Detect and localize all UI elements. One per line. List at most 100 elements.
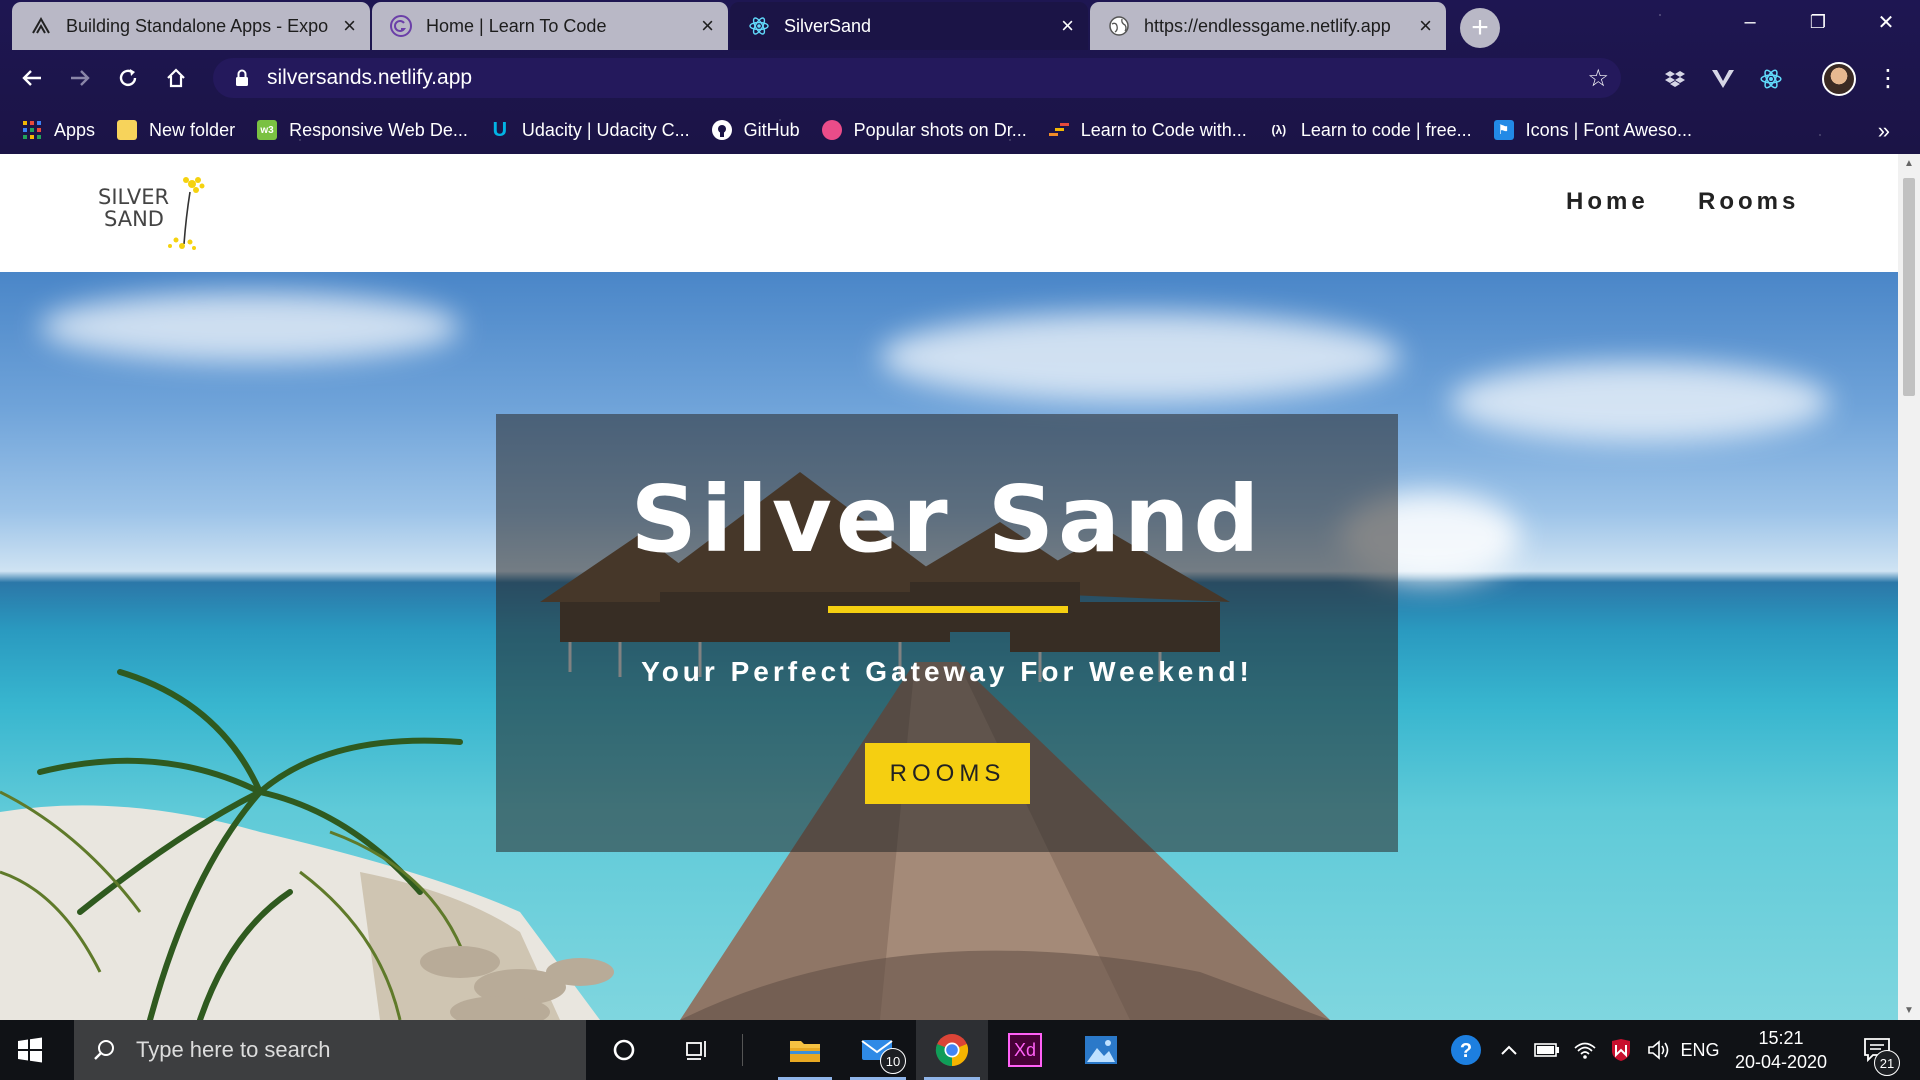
tab-title: Building Standalone Apps - Expo <box>66 15 329 36</box>
browser-menu-icon[interactable]: ⋮ <box>1876 64 1900 93</box>
hero-banner: Silver Sand Your Perfect Gateway For Wee… <box>496 414 1398 852</box>
tab-expo[interactable]: Building Standalone Apps - Expo × <box>12 2 370 50</box>
bookmark-label: Apps <box>54 119 96 140</box>
taskbar-search-box[interactable]: Type here to search <box>74 1020 586 1080</box>
bookmark-label: Learn to Code with... <box>1080 119 1247 140</box>
dropbox-extension-icon[interactable] <box>1658 62 1692 96</box>
bookmark-responsive-web[interactable]: w3 Responsive Web De... <box>257 120 468 141</box>
webpage: SILVER SAND Home Rooms Silver Sand Your … <box>0 154 1898 1020</box>
bookmark-dribbble[interactable]: Popular shots on Dr... <box>821 119 1027 141</box>
taskbar-clock[interactable]: 15:21 20-04-2020 <box>1728 1026 1834 1074</box>
nav-home-link[interactable]: Home <box>1566 188 1649 216</box>
learn-to-code-favicon-icon <box>390 15 412 37</box>
clock-date: 20-04-2020 <box>1734 1052 1828 1072</box>
cortana-icon[interactable] <box>594 1020 654 1080</box>
bookmark-star-icon[interactable]: ☆ <box>1587 64 1609 93</box>
profile-avatar[interactable] <box>1822 62 1856 96</box>
scrollbar-thumb[interactable] <box>1903 178 1915 396</box>
bookmark-label: Popular shots on Dr... <box>853 119 1027 140</box>
show-hidden-icons-chevron-icon[interactable] <box>1496 1020 1522 1080</box>
tab-learn-to-code[interactable]: Home | Learn To Code × <box>372 2 728 50</box>
wifi-icon[interactable] <box>1570 1020 1600 1080</box>
bookmark-label: GitHub <box>743 119 800 140</box>
xd-label: Xd <box>1008 1033 1042 1067</box>
bookmark-freecodecamp[interactable]: (λ) Learn to code | free... <box>1269 119 1472 141</box>
close-tab-icon[interactable]: × <box>701 15 714 37</box>
chrome-icon[interactable] <box>916 1020 988 1080</box>
dribbble-icon <box>821 120 842 140</box>
file-explorer-icon[interactable] <box>770 1020 840 1080</box>
logo-line-1: SILVER <box>98 185 170 209</box>
restore-button[interactable]: ❐ <box>1784 0 1852 44</box>
scroll-up-arrow-icon[interactable]: ▲ <box>1904 158 1914 169</box>
svg-text:?: ? <box>1460 1040 1472 1062</box>
close-window-button[interactable]: ✕ <box>1852 0 1920 44</box>
rooms-button[interactable]: ROOMS <box>865 743 1030 804</box>
freecodecamp-icon: (λ) <box>1271 123 1287 137</box>
tab-silversand[interactable]: SilverSand × <box>730 2 1088 50</box>
font-awesome-icon: ⚑ <box>1493 120 1514 140</box>
vue-devtools-extension-icon[interactable] <box>1706 62 1740 96</box>
hero-section: Silver Sand Your Perfect Gateway For Wee… <box>0 272 1898 1020</box>
bookmark-udacity[interactable]: U Udacity | Udacity C... <box>490 118 690 141</box>
site-navbar: SILVER SAND Home Rooms <box>0 154 1898 272</box>
tab-title: Home | Learn To Code <box>426 15 607 36</box>
bookmark-label: Learn to code | free... <box>1300 119 1472 140</box>
close-tab-icon[interactable]: × <box>1061 15 1074 37</box>
mcafee-icon[interactable] <box>1606 1020 1636 1080</box>
expo-favicon-icon <box>30 15 52 37</box>
help-icon[interactable]: ? <box>1444 1020 1488 1080</box>
windows-taskbar: Type here to search 10 Xd ? ENG 15:21 20… <box>0 1020 1920 1080</box>
bookmark-label: New folder <box>149 119 236 140</box>
windows-start-icon[interactable] <box>14 1034 46 1066</box>
address-bar[interactable]: silversands.netlify.app ☆ <box>213 58 1621 98</box>
apps-grid-icon <box>22 120 42 140</box>
page-scrollbar[interactable]: ▲ ▼ <box>1898 154 1920 1020</box>
learn-code-icon <box>1048 120 1069 140</box>
more-bookmarks-icon[interactable]: » <box>1878 118 1890 144</box>
github-icon <box>711 120 732 140</box>
bookmark-learn-to-code-with[interactable]: Learn to Code with... <box>1048 119 1247 141</box>
browser-toolbar: silversands.netlify.app ☆ ⋮ <box>0 50 1920 106</box>
responsive-web-icon: w3 <box>257 120 278 140</box>
back-button[interactable] <box>12 60 52 96</box>
forward-arrow-icon <box>71 70 90 86</box>
udacity-icon: U <box>492 118 508 141</box>
bookmark-new-folder[interactable]: New folder <box>117 120 235 141</box>
globe-icon <box>1108 15 1130 37</box>
minimize-button[interactable]: – <box>1716 0 1784 44</box>
bookmarks-bar: Apps New folder w3 Responsive Web De... … <box>0 106 1920 154</box>
mail-icon[interactable]: 10 <box>842 1020 914 1080</box>
react-devtools-extension-icon[interactable] <box>1754 62 1788 96</box>
close-tab-icon[interactable]: × <box>343 15 356 37</box>
photos-icon[interactable] <box>1070 1020 1132 1080</box>
url-text[interactable]: silversands.netlify.app <box>267 66 472 90</box>
bookmark-label: Icons | Font Aweso... <box>1525 119 1693 140</box>
adobe-xd-icon[interactable]: Xd <box>994 1020 1056 1080</box>
tab-strip: Building Standalone Apps - Expo × Home |… <box>0 0 1920 50</box>
silver-sand-logo[interactable]: SILVER SAND <box>98 172 210 252</box>
task-view-icon[interactable] <box>666 1020 726 1080</box>
bookmark-apps[interactable]: Apps <box>22 120 95 141</box>
back-arrow-icon <box>22 70 41 86</box>
battery-icon[interactable] <box>1530 1020 1564 1080</box>
new-tab-button[interactable]: + <box>1460 8 1500 48</box>
notification-badge: 21 <box>1874 1050 1900 1076</box>
forward-button[interactable] <box>60 60 100 96</box>
bookmark-label: Responsive Web De... <box>289 119 468 140</box>
nav-rooms-link[interactable]: Rooms <box>1698 188 1799 216</box>
home-button[interactable] <box>156 60 196 96</box>
folder-icon <box>117 120 138 140</box>
tab-endlessgame[interactable]: https://endlessgame.netlify.app × <box>1090 2 1446 50</box>
react-favicon-icon <box>748 15 770 37</box>
lock-icon <box>231 67 253 89</box>
scroll-down-arrow-icon[interactable]: ▼ <box>1904 1005 1914 1016</box>
close-tab-icon[interactable]: × <box>1419 15 1432 37</box>
reload-button[interactable] <box>108 60 148 96</box>
reload-icon <box>119 69 137 87</box>
notifications-icon[interactable]: 21 <box>1852 1020 1902 1080</box>
volume-icon[interactable] <box>1642 1020 1676 1080</box>
bookmark-font-awesome[interactable]: ⚑ Icons | Font Aweso... <box>1493 119 1693 141</box>
language-indicator[interactable]: ENG <box>1680 1020 1720 1080</box>
bookmark-github[interactable]: GitHub <box>711 119 800 141</box>
